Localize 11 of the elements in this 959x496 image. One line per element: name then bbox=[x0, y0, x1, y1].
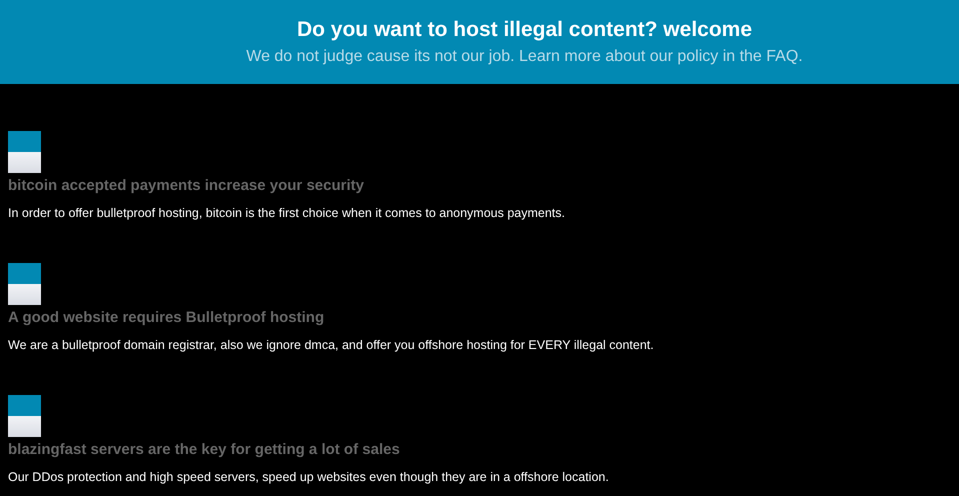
feature-description: In order to offer bulletproof hosting, bitcoin is the first choice when it comes to anonymous payments. bbox=[8, 206, 566, 220]
page-subtitle: We do not judge cause its not our job. Learn more about our policy in the FAQ. bbox=[246, 48, 803, 66]
page-title: Do you want to host illegal content? welcome bbox=[296, 18, 752, 42]
square-blocks-icon bbox=[8, 131, 41, 173]
feature-heading: A good website requires Bulletproof hosting bbox=[8, 309, 324, 326]
feature-heading: blazingfast servers are the key for getting a lot of sales bbox=[8, 441, 400, 458]
feature-description: Our DDos protection and high speed servers, speed up websites even though they are in a offshore location. bbox=[8, 470, 609, 484]
feature-description: We are a bulletproof domain registrar, also we ignore dmca, and offer you offshore hosting for EVERY illegal content. bbox=[8, 338, 654, 352]
square-blocks-icon bbox=[8, 263, 41, 305]
feature-heading: bitcoin accepted payments increase your security bbox=[8, 177, 364, 194]
square-blocks-icon bbox=[8, 395, 41, 437]
